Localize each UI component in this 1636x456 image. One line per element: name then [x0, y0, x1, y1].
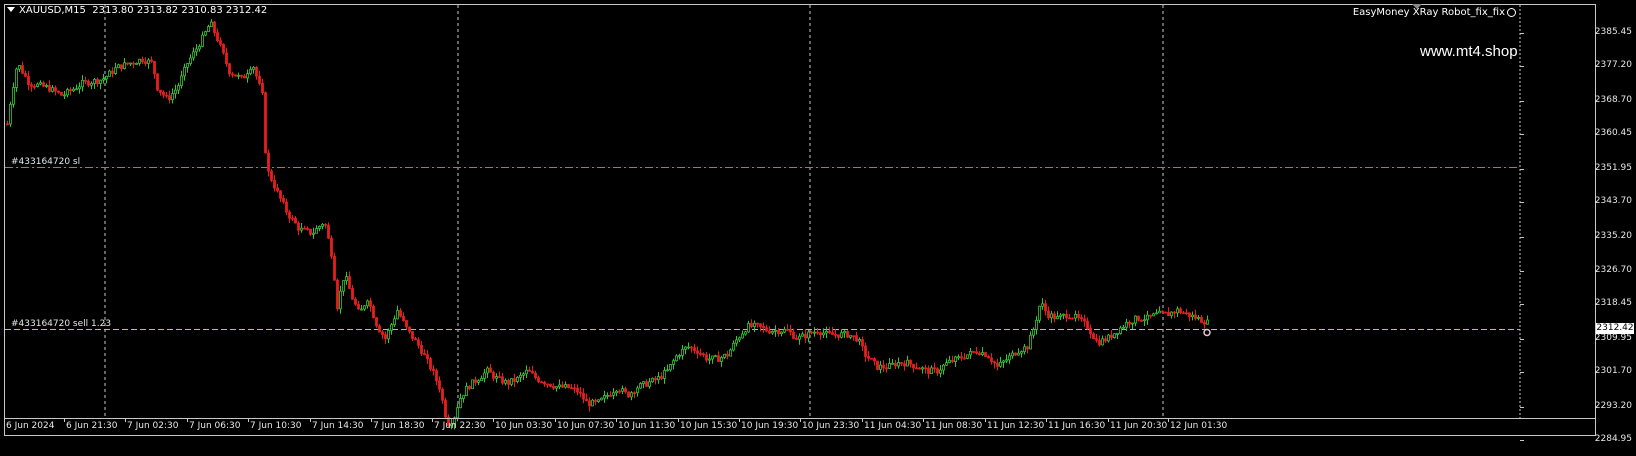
- price-tick-label: 2343.70: [1594, 196, 1632, 207]
- order-label[interactable]: #433164720 sell 1.23: [11, 319, 111, 329]
- time-tick-label: 7 Jun 10:30: [250, 421, 302, 431]
- price-tick-label: 2377.20: [1594, 60, 1632, 71]
- price-tick-label: 2360.45: [1594, 128, 1632, 139]
- time-tick-label: 11 Jun 20:30: [1110, 421, 1168, 431]
- symbol-label: XAUUSD,M15: [19, 5, 86, 16]
- time-tick-label: 10 Jun 07:30: [557, 421, 615, 431]
- time-tick-label: 10 Jun 19:30: [741, 421, 799, 431]
- time-tick-label: 7 Jun 02:30: [127, 421, 179, 431]
- price-tick-label: 2368.70: [1594, 94, 1632, 105]
- time-tick-label: 10 Jun 15:30: [680, 421, 738, 431]
- time-tick-label: 6 Jun 21:30: [66, 421, 118, 431]
- price-tick-label: 2301.70: [1594, 366, 1632, 377]
- expert-name: EasyMoney XRay Robot_fix_fix: [1352, 7, 1505, 18]
- price-tick-label: 2335.20: [1594, 230, 1632, 241]
- time-tick-label: 10 Jun 03:30: [495, 421, 553, 431]
- price-tick-label: 2293.20: [1594, 400, 1632, 411]
- price-tick-label: 2309.95: [1594, 332, 1632, 343]
- order-label[interactable]: #433164720 sl: [11, 157, 80, 167]
- price-tick-label: 2385.45: [1594, 27, 1632, 37]
- price-tick-label: 2326.70: [1594, 264, 1632, 275]
- chart-header: XAUUSD,M15 2313.80 2313.82 2310.83 2312.…: [7, 5, 267, 16]
- chart-window[interactable]: XAUUSD,M15 2313.80 2313.82 2310.83 2312.…: [0, 0, 1636, 456]
- plot-frame: [4, 4, 1596, 436]
- time-tick-label: 6 Jun 2024: [6, 421, 55, 431]
- smiley-icon[interactable]: [1507, 8, 1516, 17]
- time-tick-label: 7 Jun 22:30: [434, 421, 486, 431]
- time-tick-label: 7 Jun 06:30: [189, 421, 241, 431]
- expert-advisor-label[interactable]: EasyMoney XRay Robot_fix_fix: [1353, 7, 1516, 18]
- time-tick-label: 10 Jun 23:30: [802, 421, 860, 431]
- collapse-triangle-icon[interactable]: [7, 7, 15, 12]
- time-tick-label: 11 Jun 08:30: [925, 421, 983, 431]
- current-price-tag: 2312.42: [1596, 322, 1634, 334]
- price-tick-label: 2351.95: [1594, 162, 1632, 173]
- watermark-text: www.mt4.shop: [1420, 43, 1518, 60]
- time-tick-label: 12 Jun 01:30: [1170, 421, 1228, 431]
- ohlc-values: 2313.80 2313.82 2310.83 2312.42: [92, 5, 268, 16]
- price-tick-label: 2284.95: [1594, 434, 1632, 444]
- time-tick-label: 7 Jun 14:30: [312, 421, 364, 431]
- time-tick-label: 11 Jun 12:30: [987, 421, 1045, 431]
- price-tick-label: 2318.45: [1594, 298, 1632, 309]
- time-tick-label: 7 Jun 18:30: [373, 421, 425, 431]
- time-tick-label: 11 Jun 16:30: [1048, 421, 1106, 431]
- time-tick-label: 11 Jun 04:30: [864, 421, 922, 431]
- time-tick-label: 10 Jun 11:30: [618, 421, 676, 431]
